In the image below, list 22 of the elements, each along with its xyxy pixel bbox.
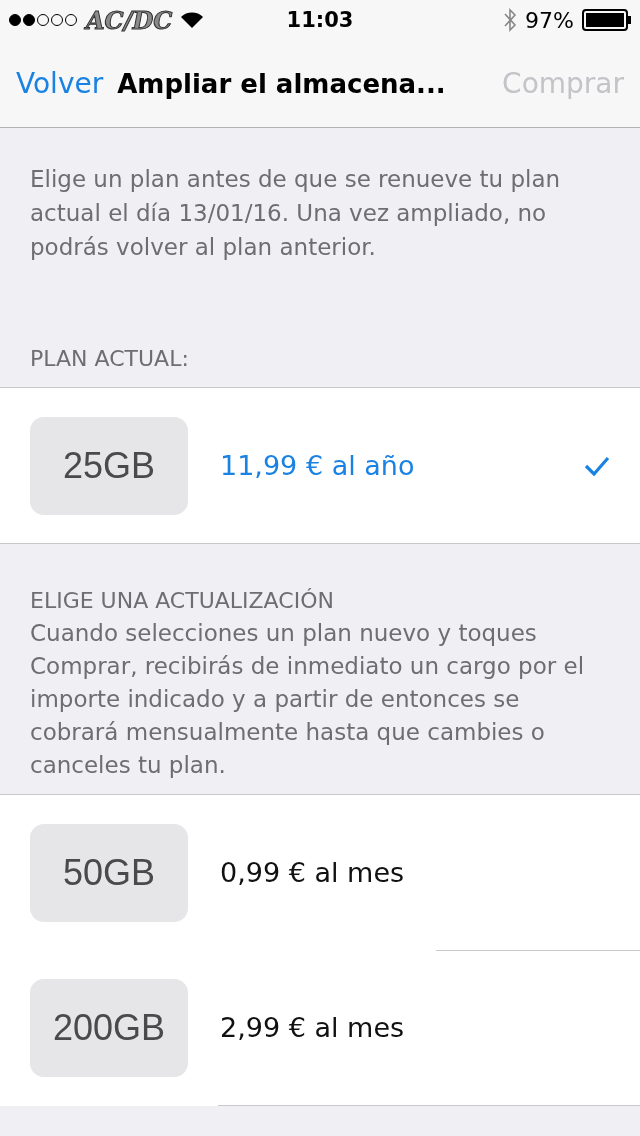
signal-icon [8,13,78,27]
battery-percentage: 97% [525,7,574,33]
bluetooth-icon [503,8,518,32]
clock-time: 11:03 [286,8,354,32]
checkmark-icon [584,455,610,476]
plan-price: 0,99 € al mes [220,857,406,888]
plan-row[interactable]: 50GB 0,99 € al mes [0,795,640,950]
section-header: PLAN ACTUAL: [29,345,190,373]
section-note: Cuando selecciones un plan nuevo y toques Comprar, recibirás de inmediato un cargo por el importe indicado y a partir de entonces se cobrará mensualmente hasta que cambies o canceles tu plan. [29,619,586,780]
battery-icon [582,9,632,31]
back-button[interactable]: Volver [16,67,104,100]
carrier-name: AC/DC [86,5,173,35]
plan-price: 11,99 € al año [220,450,416,481]
section-header: ELIGE UNA ACTUALIZACIÓN [29,587,335,615]
plan-size: 25GB [30,416,188,515]
nav-title: Ampliar el almacena... [117,68,447,99]
plan-size: 50GB [30,823,188,922]
wifi-icon [180,11,205,29]
intro-text: Elige un plan antes de que se renueve tu plan actual el día 13/01/16. Una vez ampliado, no podrás volver al plan anterior. [29,165,562,262]
plan-size: 200GB [30,978,188,1077]
plan-row[interactable]: 25GB 11,99 € al año [0,388,640,543]
plan-price: 2,99 € al mes [220,1012,406,1043]
